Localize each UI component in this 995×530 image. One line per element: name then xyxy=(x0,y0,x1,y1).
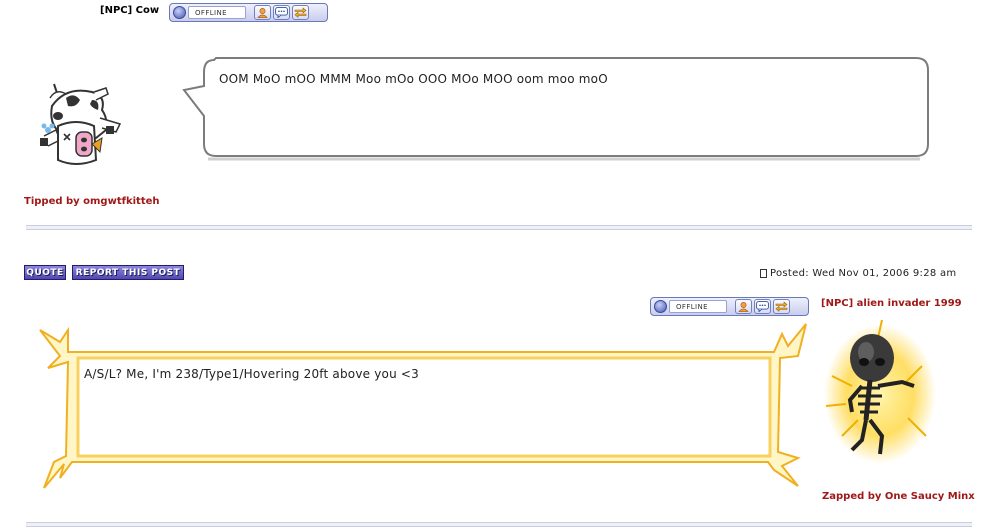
report-post-button[interactable]: REPORT THIS POST xyxy=(72,265,184,280)
post2-status-bar: OFFLINE xyxy=(650,297,809,316)
post2-speech-bubble xyxy=(38,322,810,492)
post1-status-bar: OFFLINE xyxy=(169,3,328,22)
post2-posted-line: Posted: Wed Nov 01, 2006 9:28 am xyxy=(760,268,956,279)
status-orb-icon xyxy=(173,6,186,19)
post2-posted-text: Posted: Wed Nov 01, 2006 9:28 am xyxy=(770,268,957,279)
message-icon[interactable] xyxy=(754,299,771,314)
cow-avatar xyxy=(36,78,130,170)
post2-zap-line: Zapped by One Saucy Minx xyxy=(822,491,975,502)
post2-message: A/S/L? Me, I'm 238/Type1/Hovering 20ft a… xyxy=(84,367,419,381)
post1-status-text: OFFLINE xyxy=(188,6,246,19)
post-page-icon xyxy=(760,269,767,278)
post-divider-bottom xyxy=(26,522,972,527)
message-icon[interactable] xyxy=(273,5,290,20)
post2-username[interactable]: [NPC] alien invader 1999 xyxy=(821,298,962,309)
quote-button[interactable]: QUOTE xyxy=(24,265,66,280)
post1-message: OOM MoO mOO MMM Moo mOo OOO MOo MOO oom … xyxy=(219,72,608,86)
trade-icon[interactable] xyxy=(773,299,790,314)
post1-tip-line: Tipped by omgwtfkitteh xyxy=(24,196,160,207)
post-divider xyxy=(26,225,972,230)
post2-status-text: OFFLINE xyxy=(669,300,727,313)
alien-avatar xyxy=(822,316,942,466)
post1-username[interactable]: [NPC] Cow xyxy=(100,5,159,16)
trade-icon[interactable] xyxy=(292,5,309,20)
profile-icon[interactable] xyxy=(254,5,271,20)
profile-icon[interactable] xyxy=(735,299,752,314)
status-orb-icon xyxy=(654,300,667,313)
